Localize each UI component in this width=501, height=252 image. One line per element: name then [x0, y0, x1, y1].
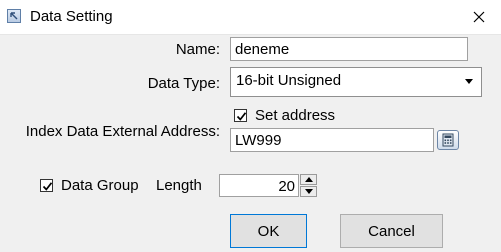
chevron-down-icon — [465, 79, 473, 84]
index-address-label: Index Data External Address: — [25, 123, 220, 140]
close-button[interactable] — [457, 0, 501, 34]
app-icon — [7, 9, 21, 23]
ok-button[interactable]: OK — [230, 214, 307, 248]
data-type-select[interactable]: 16-bit Unsigned — [230, 67, 482, 97]
title-bar: Data Setting — [0, 0, 501, 35]
set-address-checkbox[interactable] — [234, 109, 247, 122]
calculator-icon — [442, 133, 454, 147]
length-input[interactable]: 20 — [219, 174, 299, 197]
cancel-button[interactable]: Cancel — [340, 214, 443, 248]
calculator-button[interactable] — [437, 130, 459, 150]
data-type-label: Data Type: — [147, 75, 220, 92]
data-group-checkbox[interactable] — [40, 179, 53, 192]
close-icon — [473, 11, 485, 23]
length-stepper[interactable]: 20 — [219, 174, 319, 197]
data-group-label: Data Group — [61, 177, 139, 194]
address-input[interactable]: LW999 — [230, 128, 434, 152]
window-title: Data Setting — [30, 8, 113, 25]
increment-icon[interactable] — [300, 174, 317, 185]
decrement-icon[interactable] — [300, 186, 317, 197]
length-label: Length — [156, 177, 202, 194]
name-label: Name: — [175, 41, 220, 58]
checkmark-icon — [42, 182, 53, 191]
checkmark-icon — [236, 112, 247, 121]
set-address-label: Set address — [255, 107, 336, 124]
name-input[interactable]: deneme — [230, 37, 468, 61]
data-type-value: 16-bit Unsigned — [236, 72, 342, 89]
